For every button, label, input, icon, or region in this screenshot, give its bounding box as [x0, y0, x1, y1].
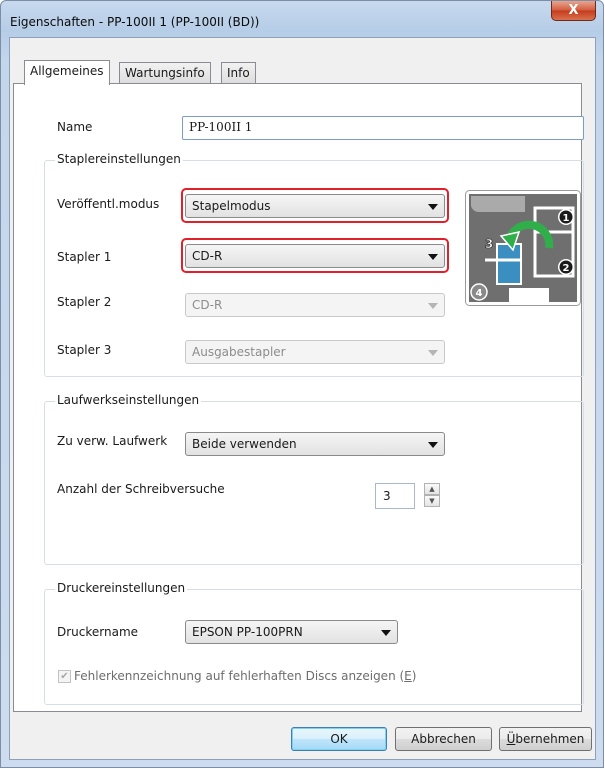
ok-button[interactable]: OK — [291, 727, 387, 751]
drive-value: Beide verwenden — [192, 437, 297, 451]
spin-up-button[interactable]: ▲ — [424, 483, 440, 495]
publish-mode-select[interactable]: Stapelmodus — [185, 194, 445, 218]
marker-1: 1 — [563, 213, 570, 224]
printer-name-label: Druckername — [57, 625, 139, 639]
stacker3-bin — [496, 243, 522, 285]
publish-mode-value: Stapelmodus — [192, 199, 271, 213]
write-attempts-label: Anzahl der Schreibversuche — [57, 482, 225, 496]
tab-info[interactable]: Info — [221, 62, 256, 84]
stacker2-label: Stapler 2 — [57, 295, 112, 309]
tab-maintenance-info[interactable]: Wartungsinfo — [119, 62, 211, 84]
output-tray — [509, 288, 549, 302]
cancel-button[interactable]: Abbrechen — [395, 727, 492, 751]
name-field[interactable]: PP-100II 1 — [182, 116, 584, 140]
stacker1-select[interactable]: CD-R — [185, 244, 445, 268]
chevron-down-icon — [428, 442, 438, 448]
stacker1-value: CD-R — [192, 249, 223, 263]
printer-settings-group — [44, 589, 584, 705]
window-title: Eigenschaften - PP-100II 1 (PP-100II (BD… — [10, 15, 260, 29]
tab-general-label: Allgemeines — [30, 64, 104, 78]
diagram-top-unit — [471, 196, 525, 212]
printer-settings-title: Druckereinstellungen — [55, 581, 188, 595]
stacker2-value: CD-R — [192, 298, 223, 312]
printer-name-value: EPSON PP-100PRN — [192, 625, 303, 639]
close-button[interactable]: X — [551, 1, 596, 21]
error-mark-label-close: ) — [411, 669, 417, 683]
name-label: Name — [57, 120, 93, 134]
tab-maintenance-info-label: Wartungsinfo — [125, 66, 205, 80]
spin-down-button[interactable]: ▼ — [424, 495, 440, 507]
write-attempts-input[interactable]: 3 — [375, 483, 415, 509]
stacker-settings-title: Staplereinstellungen — [55, 152, 183, 166]
chevron-down-icon — [381, 630, 391, 636]
stacker3-value: Ausgabestapler — [192, 345, 286, 359]
stacker2-select[interactable]: CD-R — [185, 293, 445, 317]
drive-settings-title: Laufwerkseinstellungen — [55, 393, 202, 407]
chevron-down-icon — [428, 204, 438, 210]
printer-name-select[interactable]: EPSON PP-100PRN — [185, 620, 398, 644]
tab-info-label: Info — [227, 66, 250, 80]
marker-4: 4 — [476, 288, 483, 299]
drive-label: Zu verw. Laufwerk — [57, 434, 168, 448]
close-icon: X — [568, 3, 579, 18]
stacker3-label: Stapler 3 — [57, 343, 112, 357]
stacker1-label: Stapler 1 — [57, 250, 112, 264]
chevron-down-icon — [428, 254, 438, 260]
error-mark-checkbox[interactable]: ✔ — [58, 670, 71, 683]
error-mark-label-text: Fehlerkennzeichnung auf fehlerhaften Dis… — [74, 669, 405, 683]
publish-mode-label: Veröffentl.modus — [57, 197, 160, 211]
chevron-down-icon — [428, 303, 438, 309]
apply-button[interactable]: Übernehmen — [499, 727, 592, 751]
apply-label: bernehmen — [515, 732, 585, 746]
error-mark-label: Fehlerkennzeichnung auf fehlerhaften Dis… — [74, 669, 416, 683]
stacker-diagram: 1 2 3 4 — [465, 190, 581, 306]
stacker3-select[interactable]: Ausgabestapler — [185, 340, 445, 364]
caret-up-icon: ▲ — [429, 485, 435, 493]
checkmark-icon: ✔ — [60, 671, 69, 682]
marker-3: 3 — [485, 237, 493, 251]
marker-2: 2 — [563, 263, 570, 274]
tab-general[interactable]: Allgemeines — [24, 60, 110, 85]
title-bar[interactable]: Eigenschaften - PP-100II 1 (PP-100II (BD… — [1, 1, 603, 37]
caret-down-icon: ▼ — [429, 497, 435, 505]
error-mark-accelerator: E — [404, 669, 412, 683]
chevron-down-icon — [428, 350, 438, 356]
drive-select[interactable]: Beide verwenden — [185, 432, 445, 456]
